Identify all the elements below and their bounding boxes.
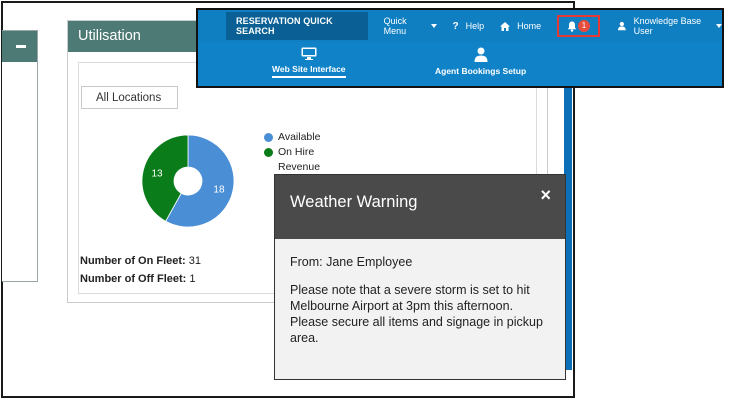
user-icon [617,21,626,31]
on-fleet-row: Number of On Fleet: 31 [80,255,201,267]
agent-icon [474,47,488,62]
off-fleet-value: 1 [189,273,196,285]
modal-header: Weather Warning × [275,175,565,239]
bell-icon [567,21,577,32]
collapsed-panel-header [2,31,37,62]
collapsed-panel [2,30,38,282]
monitor-icon [301,47,317,60]
navbar-sub-row: Web Site Interface Agent Bookings Setup [198,42,722,86]
agent-bookings-setup-label: Agent Bookings Setup [435,66,527,76]
off-fleet-row: Number of Off Fleet: 1 [80,273,196,285]
reservation-quick-search-button[interactable]: RESERVATION QUICK SEARCH [226,12,368,40]
top-navbar: RESERVATION QUICK SEARCH Quick Menu ? He… [196,8,724,88]
location-select[interactable]: All Locations [81,86,178,109]
user-name: Knowledge Base User [633,16,702,36]
weather-warning-modal: Weather Warning × From: Jane Employee Pl… [274,174,566,380]
chevron-down-icon [716,24,722,28]
close-icon[interactable]: × [540,185,551,206]
donut-value-label: 13 [151,168,163,179]
agent-bookings-setup-link[interactable]: Agent Bookings Setup [435,47,526,78]
chevron-down-icon [430,24,437,28]
donut-value-label: 18 [213,185,225,196]
modal-from-line: From: Jane Employee [290,255,413,269]
modal-message: Please note that a severe storm is set t… [290,283,543,345]
legend-item-available[interactable]: Available [264,130,320,145]
notifications-button[interactable]: 1 [557,15,600,37]
legend-dot-available [264,133,273,142]
web-site-interface-link[interactable]: Web Site Interface [272,47,346,78]
web-site-interface-label: Web Site Interface [272,64,346,78]
user-menu-dropdown[interactable]: Knowledge Base User [617,16,722,36]
question-icon: ? [452,20,459,32]
legend-item-revenue[interactable]: Revenue [264,160,320,175]
notification-count-badge: 1 [578,20,591,32]
quick-menu-dropdown[interactable]: Quick Menu [384,16,437,36]
legend-item-on-hire[interactable]: On Hire [264,145,320,160]
on-fleet-label: Number of On Fleet: [80,255,186,267]
help-link[interactable]: ? Help [453,21,485,32]
legend-dot-on-hire [264,148,273,157]
navbar-top-row: RESERVATION QUICK SEARCH Quick Menu ? He… [198,10,722,42]
legend-label-revenue: Revenue [278,161,321,174]
on-fleet-value: 31 [188,255,202,267]
legend-label-on-hire: On Hire [278,146,315,159]
home-label: Home [517,21,542,31]
home-icon [500,21,511,31]
off-fleet-label: Number of Off Fleet: [80,273,187,285]
collapse-minus-icon[interactable] [16,45,26,48]
utilisation-donut-chart: 1813 [141,134,235,228]
quick-menu-label: Quick Menu [383,16,407,36]
legend-label-available: Available [278,131,321,144]
home-link[interactable]: Home [500,21,541,31]
help-label: Help [465,21,485,31]
modal-title: Weather Warning [290,193,418,211]
utilisation-legend: Available On Hire Revenue [264,130,320,175]
